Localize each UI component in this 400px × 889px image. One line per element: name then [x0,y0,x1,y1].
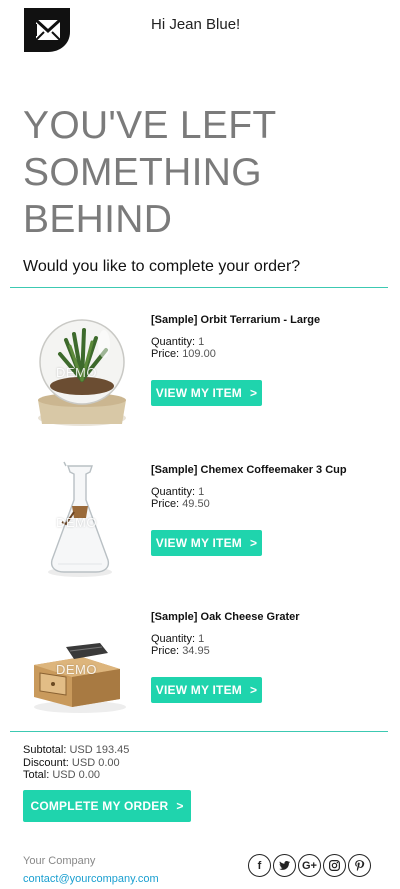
button-label: VIEW MY ITEM [155,536,242,550]
view-item-button[interactable]: VIEW MY ITEM > [151,380,262,406]
total-label: Total: [23,769,50,781]
headline: YOU'VE LEFT SOMETHING BEHIND [23,104,276,241]
email-header: Hi Jean Blue! [0,0,400,60]
item-price: Price: 49.50 [151,498,210,510]
quantity-label: Quantity: [151,336,196,348]
product-image-terrarium[interactable]: DEMO [26,310,134,430]
greeting-text: Hi Jean Blue! [151,16,241,33]
cart-item: DEMO [Sample] Oak Cheese Grater Quantity… [0,597,400,727]
chevron-right-icon: > [249,536,258,550]
google-plus-icon[interactable]: G+ [298,854,321,877]
view-item-button[interactable]: VIEW MY ITEM > [151,530,262,556]
discount-label: Discount: [23,756,69,769]
discount-row: Discount: USD 0.00 [23,757,129,770]
total-row: Total: USD 0.00 [23,769,129,782]
quantity-label: Quantity: [151,486,196,498]
subtotal-row: Subtotal: USD 193.45 [23,744,129,757]
quantity-value: 1 [198,633,205,645]
item-price: Price: 109.00 [151,348,216,360]
price-value: 109.00 [182,348,216,360]
item-quantity: Quantity: 1 [151,336,204,348]
chevron-right-icon: > [249,386,258,400]
price-value: 34.95 [182,645,210,657]
button-label: VIEW MY ITEM [155,386,242,400]
footer-company-name: Your Company [23,855,96,867]
divider [10,731,388,732]
item-name: [Sample] Chemex Coffeemaker 3 Cup [151,464,347,476]
total-value: USD 0.00 [52,769,101,781]
product-image-cheese-grater[interactable]: DEMO [26,607,134,727]
quantity-value: 1 [198,486,205,498]
item-name: [Sample] Orbit Terrarium - Large [151,314,321,326]
complete-order-button[interactable]: COMPLETE MY ORDER > [23,790,191,822]
button-label: VIEW MY ITEM [155,683,242,697]
quantity-label: Quantity: [151,633,196,645]
subtotal-label: Subtotal: [23,744,67,756]
chevron-right-icon: > [176,799,184,813]
instagram-icon[interactable] [323,854,346,877]
cart-item: DEMO [Sample] Chemex Coffeemaker 3 Cup Q… [0,450,400,580]
price-label: Price: [151,348,180,360]
facebook-icon[interactable]: f [248,854,271,877]
price-value: 49.50 [182,498,210,510]
pinterest-icon[interactable] [348,854,371,877]
order-totals: Subtotal: USD 193.45 Discount: USD 0.00 … [23,744,129,782]
footer-email-link[interactable]: contact@yourcompany.com [23,873,159,885]
item-quantity: Quantity: 1 [151,486,204,498]
button-label: COMPLETE MY ORDER [30,799,169,813]
item-price: Price: 34.95 [151,645,210,657]
divider [10,287,388,288]
item-quantity: Quantity: 1 [151,633,204,645]
twitter-icon[interactable] [273,854,296,877]
envelope-logo-icon[interactable] [22,6,72,54]
quantity-value: 1 [198,336,205,348]
subtotal-value: USD 193.45 [69,744,130,756]
product-image-coffeemaker[interactable]: DEMO [26,460,134,580]
google-plus-glyph: G+ [302,859,317,872]
price-label: Price: [151,498,180,510]
demo-watermark: DEMO [56,365,97,380]
cart-item: DEMO [Sample] Orbit Terrarium - Large Qu… [0,300,400,430]
price-label: Price: [151,645,180,657]
item-name: [Sample] Oak Cheese Grater [151,611,300,623]
demo-watermark: DEMO [56,515,97,530]
facebook-glyph: f [257,859,262,872]
view-item-button[interactable]: VIEW MY ITEM > [151,677,262,703]
discount-value: USD 0.00 [71,756,120,769]
social-links: f G+ [248,854,371,877]
chevron-right-icon: > [249,683,258,697]
subheading: Would you like to complete your order? [23,258,301,275]
demo-watermark: DEMO [56,662,97,677]
